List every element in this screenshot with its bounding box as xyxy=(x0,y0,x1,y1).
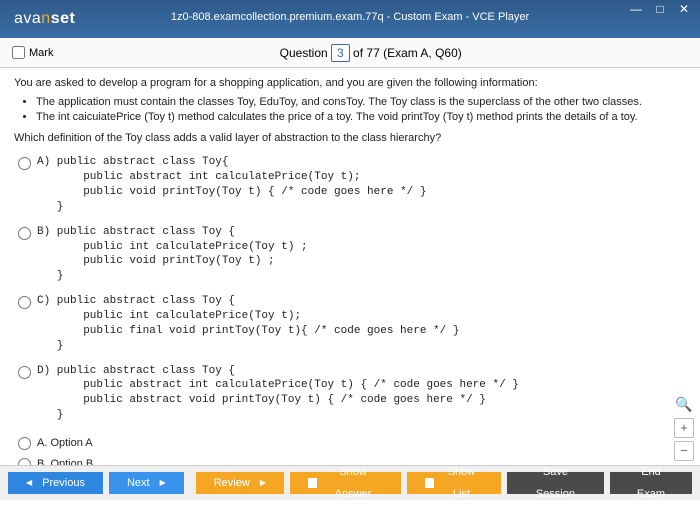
show-list-button[interactable]: Show List xyxy=(407,472,501,494)
checkbox-icon xyxy=(308,478,317,488)
zoom-out-button[interactable]: − xyxy=(674,441,694,461)
option-b-radio[interactable] xyxy=(18,227,31,240)
save-session-button[interactable]: Save Session xyxy=(507,472,604,494)
answer-a[interactable]: A. Option A xyxy=(14,433,686,454)
question-indicator: Question 3 of 77 (Exam A, Q60) xyxy=(53,46,688,60)
option-d[interactable]: D) public abstract class Toy { public ab… xyxy=(18,364,686,423)
mark-label: Mark xyxy=(29,47,53,59)
review-button[interactable]: Review xyxy=(196,472,284,494)
zoom-tools: 🔍 + − xyxy=(674,395,696,461)
app-logo: avanset xyxy=(0,10,75,28)
maximize-icon[interactable]: □ xyxy=(648,2,672,18)
question-stem: Which definition of the Toy class adds a… xyxy=(14,131,686,146)
checkbox-icon xyxy=(425,478,434,488)
option-a-code: A) public abstract class Toy{ public abs… xyxy=(37,155,426,214)
option-d-radio[interactable] xyxy=(18,366,31,379)
end-exam-button[interactable]: End Exam xyxy=(610,472,692,494)
previous-button[interactable]: Previous xyxy=(8,472,103,494)
option-b-code: B) public abstract class Toy { public in… xyxy=(37,225,308,284)
answer-b[interactable]: B. Option B xyxy=(14,454,686,465)
option-a-radio[interactable] xyxy=(18,157,31,170)
titlebar: avanset 1z0-808.examcollection.premium.e… xyxy=(0,0,700,38)
zoom-in-button[interactable]: + xyxy=(674,418,694,438)
info-item: The application must contain the classes… xyxy=(36,95,686,110)
mark-checkbox[interactable]: Mark xyxy=(12,46,53,59)
answer-a-label: A. Option A xyxy=(37,436,93,451)
close-icon[interactable]: ✕ xyxy=(672,2,696,18)
answer-b-label: B. Option B xyxy=(37,457,93,465)
option-d-code: D) public abstract class Toy { public ab… xyxy=(37,364,519,423)
question-content: You are asked to develop a program for a… xyxy=(0,68,700,465)
option-a[interactable]: A) public abstract class Toy{ public abs… xyxy=(18,155,686,214)
answer-choices: A. Option A B. Option B xyxy=(14,433,686,465)
option-c[interactable]: C) public abstract class Toy { public in… xyxy=(18,294,686,353)
answer-a-radio[interactable] xyxy=(18,437,31,450)
intro-text: You are asked to develop a program for a… xyxy=(14,76,686,91)
option-c-code: C) public abstract class Toy { public in… xyxy=(37,294,459,353)
minimize-icon[interactable]: — xyxy=(624,2,648,18)
option-c-radio[interactable] xyxy=(18,296,31,309)
question-number-box: 3 xyxy=(331,44,350,62)
magnify-icon[interactable]: 🔍 xyxy=(674,395,694,415)
info-item: The int caicuiatePrice (Toy t) method ca… xyxy=(36,110,686,125)
question-header: Mark Question 3 of 77 (Exam A, Q60) xyxy=(0,38,700,68)
answer-b-radio[interactable] xyxy=(18,458,31,465)
info-list: The application must contain the classes… xyxy=(14,95,686,125)
option-b[interactable]: B) public abstract class Toy { public in… xyxy=(18,225,686,284)
mark-checkbox-input[interactable] xyxy=(12,46,25,59)
footer-toolbar: Previous Next Review Show Answer Show Li… xyxy=(0,465,700,500)
show-answer-button[interactable]: Show Answer xyxy=(290,472,401,494)
next-button[interactable]: Next xyxy=(109,472,184,494)
window-title: 1z0-808.examcollection.premium.exam.77q … xyxy=(0,11,700,23)
